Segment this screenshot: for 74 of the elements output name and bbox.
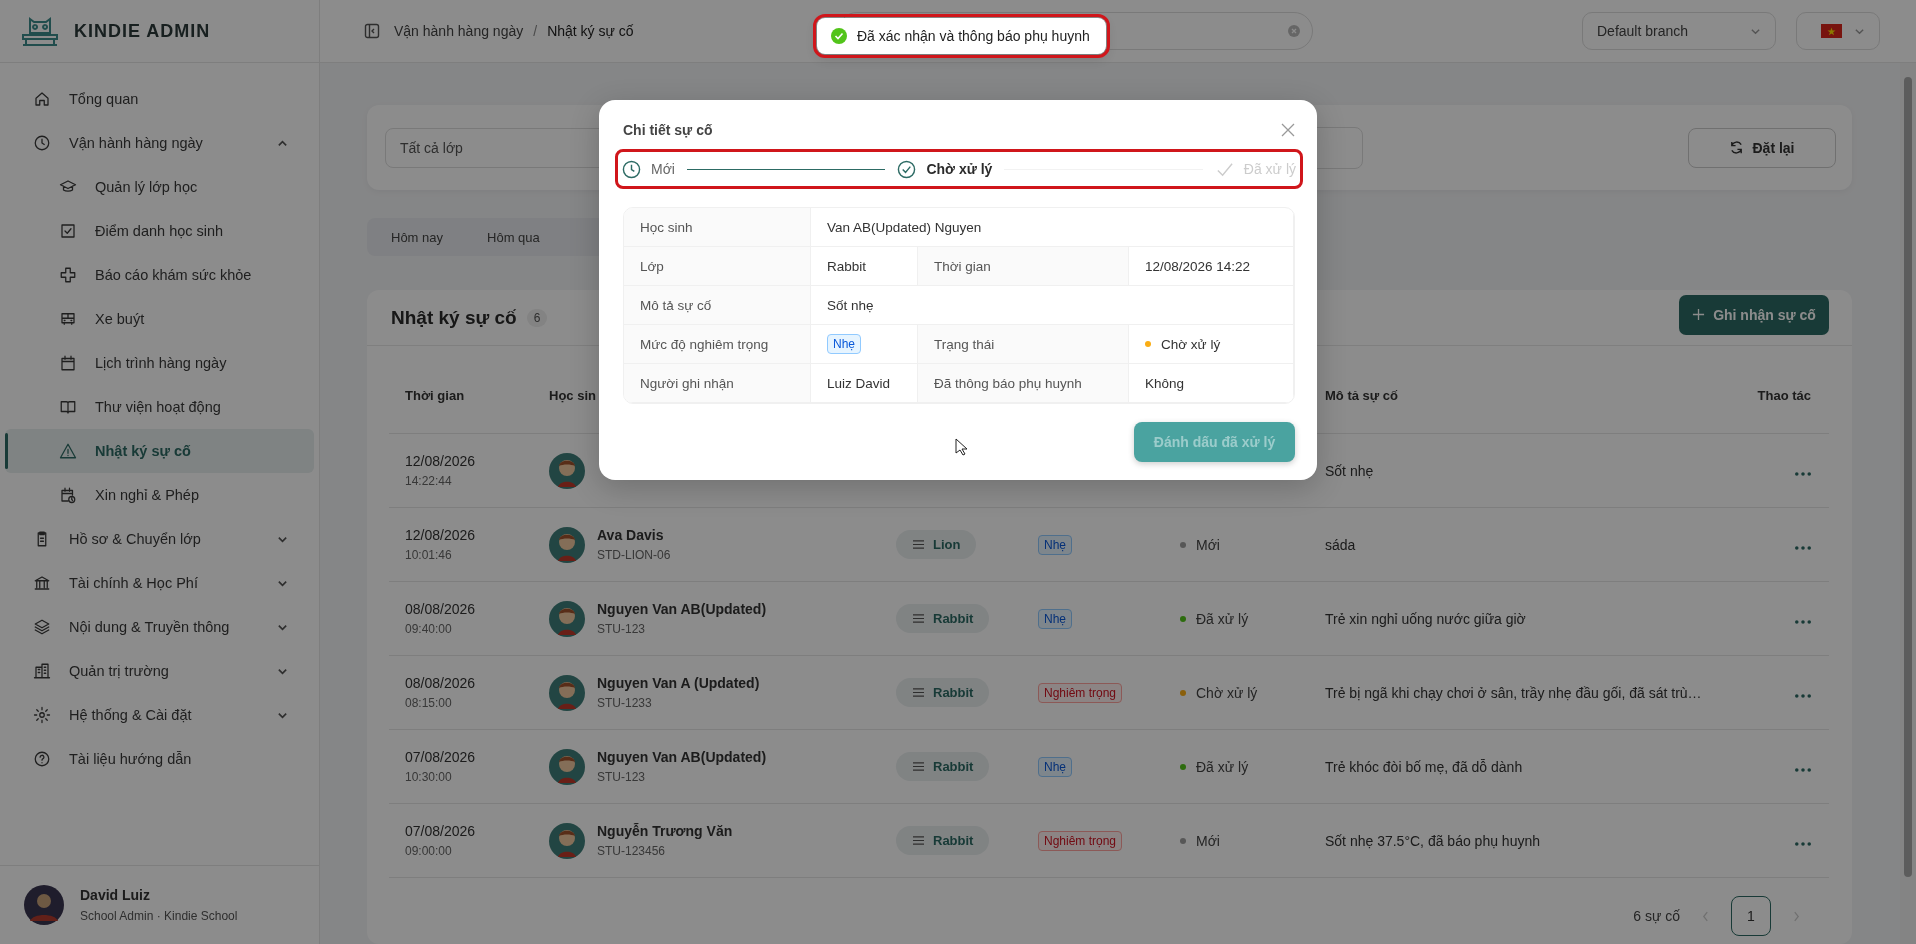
user-name: David Luiz [80, 887, 151, 903]
class-chip: Lion [896, 530, 977, 559]
class-chip: Rabbit [896, 604, 990, 633]
time-text: 10:01:46 [405, 548, 453, 562]
time-text: 09:00:00 [405, 844, 453, 858]
description-text: Sốt nhẹ 37.5°C, đã báo phụ huynh [1325, 832, 1541, 849]
student-name: Nguyễn Trương Văn [597, 823, 733, 839]
field-value: 12/08/2026 14:22 [1145, 258, 1251, 274]
date-text: 12/08/2026 [405, 527, 477, 543]
severity-tag: Nhẹ [1038, 608, 1072, 629]
status-text: Đã xử lý [1196, 610, 1249, 627]
field-value: Rabbit [827, 258, 867, 274]
description-text: Trẻ bị ngã khi chạy chơi ở sân, trầy nhẹ đầu gối, đã sát trù… [1325, 684, 1703, 701]
status-text: Mới [1196, 536, 1220, 553]
status-text: Chờ xử lý [1196, 684, 1258, 701]
field-label: Đã thông báo phụ huynh [934, 375, 1082, 391]
column-header: Mô tả sự cố [1325, 388, 1399, 403]
date-text: 08/08/2026 [405, 675, 477, 691]
field-label: Lớp [640, 258, 664, 274]
student-name: Nguyen Van AB(Updated) [597, 749, 767, 765]
field-value: Van AB(Updated) Nguyen [827, 219, 982, 235]
student-id: STD-LION-06 [597, 548, 671, 562]
step-label: Mới [651, 161, 675, 177]
field-label: Mô tả sự cố [640, 297, 712, 313]
description-text: Trẻ khóc đòi bố mẹ, đã dỗ dành [1325, 758, 1524, 775]
student-id: STU-123456 [597, 844, 667, 858]
severity-tag: Nhẹ [1038, 534, 1072, 555]
column-header: Thời gian [405, 388, 466, 403]
date-text: 08/08/2026 [405, 601, 477, 617]
time-text: 14:22:44 [405, 474, 453, 488]
student-name: Nguyen Van AB(Updated) [597, 601, 767, 617]
date-text: 12/08/2026 [405, 453, 477, 469]
field-value: Chờ xử lý [1161, 336, 1221, 352]
field-label: Thời gian [934, 258, 991, 274]
field-value: Sốt nhẹ [827, 297, 874, 313]
description-text: Trẻ xin nghỉ uống nước giữa giờ [1325, 610, 1527, 627]
description-text: sáda [1325, 536, 1357, 553]
field-label: Người ghi nhận [640, 375, 734, 391]
time-text: 08:15:00 [405, 696, 453, 710]
dialog-title: Chi tiết sự cố [623, 122, 713, 138]
severity-tag: Nghiêm trọng [1038, 682, 1123, 703]
student-name: Ava Davis [597, 527, 665, 543]
step-label: Chờ xử lý [926, 161, 993, 177]
total-count: 6 sự cố [1633, 908, 1680, 924]
student-id: STU-123 [597, 622, 647, 636]
student-id: STU-123 [597, 770, 647, 784]
severity-tag: Nhẹ [827, 334, 861, 354]
column-header: Thao tác [1756, 388, 1812, 403]
count-badge: 6 [526, 308, 548, 327]
date-text: 07/08/2026 [405, 823, 477, 839]
class-chip: Rabbit [896, 752, 990, 781]
severity-tag: Nhẹ [1038, 756, 1072, 777]
app-logo-text: KINDIE ADMIN [74, 20, 211, 42]
time-text: 09:40:00 [405, 622, 453, 636]
field-label: Trạng thái [934, 336, 995, 352]
severity-tag: Nghiêm trọng [1038, 830, 1123, 851]
field-value: Không [1145, 375, 1185, 391]
student-id: STU-1233 [597, 696, 653, 710]
breadcrumb-separator: / [533, 23, 538, 39]
time-text: 10:30:00 [405, 770, 453, 784]
column-header: Học sin [549, 388, 597, 403]
status-text: Đã xử lý [1196, 758, 1249, 775]
student-name: Nguyen Van A (Updated) [597, 675, 760, 691]
status-text: Mới [1196, 832, 1220, 849]
date-text: 07/08/2026 [405, 749, 477, 765]
field-value: Luiz David [827, 375, 891, 391]
description-text: Sốt nhẹ [1325, 462, 1375, 479]
class-chip: Rabbit [896, 678, 990, 707]
toast-message: Đã xác nhận và thông báo phụ huynh [857, 28, 1090, 44]
user-role: School Admin · Kindie School [80, 909, 238, 923]
field-label: Học sinh [640, 219, 693, 235]
field-label: Mức độ nghiêm trọng [640, 336, 769, 352]
class-chip: Rabbit [896, 826, 990, 855]
table-title: Nhật ký sự cố [391, 306, 517, 329]
